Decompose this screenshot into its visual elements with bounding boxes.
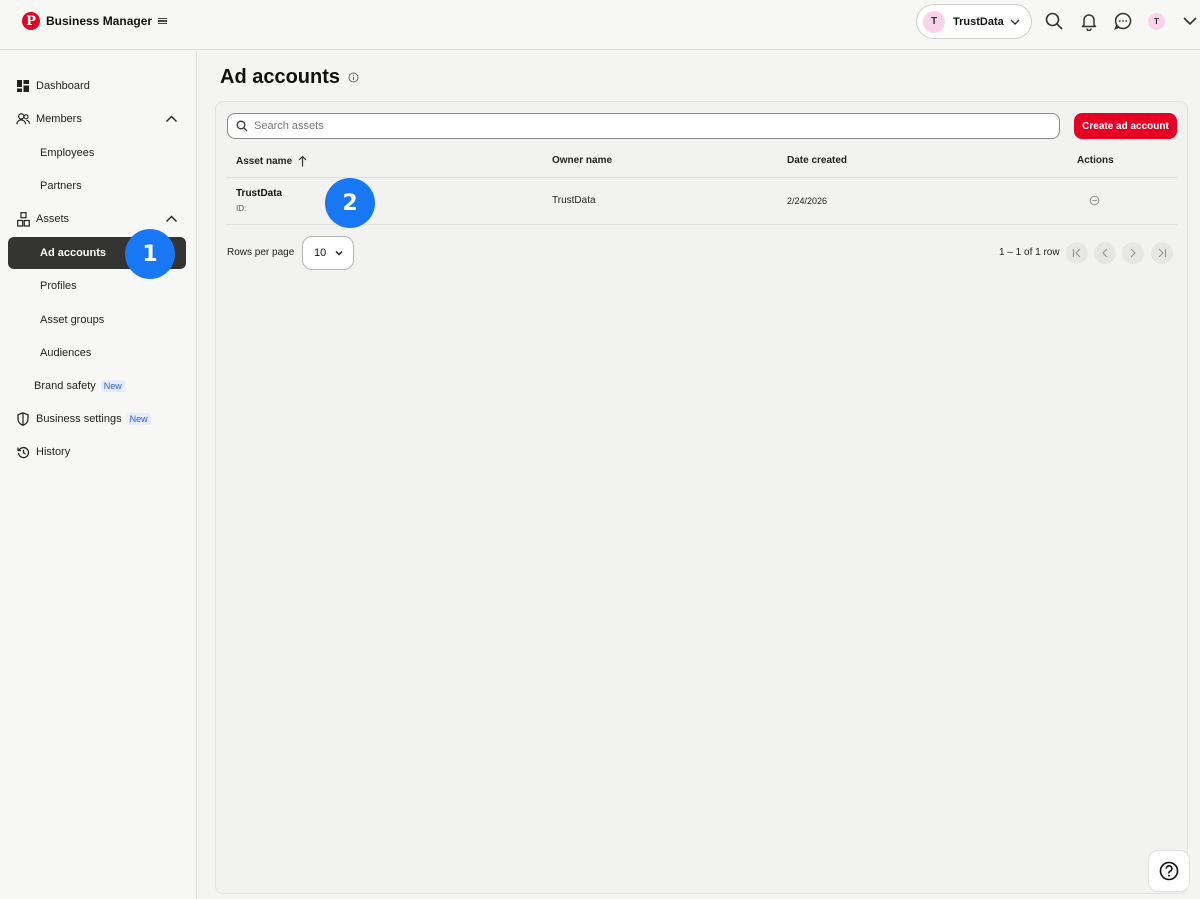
sidebar-item-audiences[interactable]: Audiences <box>8 338 186 368</box>
create-ad-account-button[interactable]: Create ad account <box>1074 113 1177 139</box>
sidebar-item-label: Audiences <box>40 347 92 359</box>
menu-icon[interactable] <box>158 17 168 25</box>
sidebar-item-employees[interactable]: Employees <box>8 138 186 168</box>
date-created: 2/24/2026 <box>787 196 828 206</box>
brand-title: Business Manager <box>46 14 153 28</box>
sidebar-item-label: Business settings <box>36 413 122 425</box>
owner-name: TrustData <box>552 195 596 206</box>
sidebar-item-label: Assets <box>36 213 70 225</box>
sidebar-item-label: History <box>36 446 71 458</box>
asset-id: ID: <box>236 204 247 213</box>
sidebar-item-partners[interactable]: Partners <box>8 171 186 201</box>
rows-per-page-label: Rows per page <box>227 247 295 258</box>
history-icon <box>16 445 30 459</box>
column-header-date-created: Date created <box>787 155 847 166</box>
help-button[interactable] <box>1148 850 1190 892</box>
search-icon[interactable] <box>1044 11 1064 31</box>
new-badge: New <box>100 380 125 392</box>
sidebar: Dashboard Members Employees Partners Ass… <box>0 51 197 899</box>
last-page-button[interactable] <box>1151 242 1173 264</box>
sidebar-item-label: Members <box>36 113 82 125</box>
divider <box>227 177 1177 178</box>
column-header-label: Date created <box>787 155 848 166</box>
sort-ascending-icon[interactable] <box>298 155 307 167</box>
bell-icon[interactable] <box>1079 11 1099 31</box>
info-icon[interactable] <box>348 72 359 83</box>
sidebar-item-brand-safety[interactable]: Brand safety New <box>8 371 186 401</box>
sidebar-item-assets[interactable]: Assets <box>8 204 186 234</box>
chevron-down-icon <box>335 250 343 256</box>
first-page-icon <box>1072 248 1081 258</box>
help-icon <box>1159 861 1179 881</box>
chevron-down-icon[interactable] <box>1182 13 1198 29</box>
asset-name[interactable]: TrustData <box>236 188 282 199</box>
first-page-button[interactable] <box>1066 242 1088 264</box>
step-marker-2: 2 <box>325 178 375 228</box>
sidebar-item-label: Dashboard <box>36 80 90 92</box>
page-title: Ad accounts <box>220 66 359 89</box>
new-badge: New <box>126 413 151 425</box>
account-switcher[interactable]: T TrustData <box>916 4 1032 39</box>
next-page-button[interactable] <box>1122 242 1144 264</box>
sidebar-item-label: Employees <box>40 147 95 159</box>
brand[interactable]: P Business Manager <box>22 12 168 30</box>
chevron-right-icon <box>1130 248 1136 258</box>
page-title-text: Ad accounts <box>220 66 341 88</box>
sidebar-item-members[interactable]: Members <box>8 104 186 134</box>
column-header-owner-name: Owner name <box>552 155 612 166</box>
column-header-asset-name[interactable]: Asset name <box>236 155 307 167</box>
search-input[interactable] <box>254 120 1034 132</box>
sidebar-item-business-settings[interactable]: Business settings New <box>8 404 186 434</box>
search-icon <box>236 120 248 132</box>
column-header-label: Owner name <box>552 155 613 166</box>
rows-per-page-value: 10 <box>314 247 327 259</box>
sidebar-item-label: Asset groups <box>40 314 105 326</box>
chevron-up-icon[interactable] <box>165 213 178 225</box>
rows-per-page-select[interactable]: 10 <box>302 236 354 270</box>
assets-icon <box>16 211 30 227</box>
sidebar-item-label: Ad accounts <box>40 247 107 259</box>
last-page-icon <box>1158 248 1167 258</box>
column-header-label: Actions <box>1077 155 1114 166</box>
previous-page-button[interactable] <box>1094 242 1116 264</box>
shield-icon <box>16 412 30 426</box>
account-name: TrustData <box>953 15 1004 28</box>
chevron-left-icon <box>1102 248 1108 258</box>
pinterest-logo-icon: P <box>22 12 40 30</box>
column-header-actions: Actions <box>1077 155 1114 166</box>
divider <box>227 224 1177 225</box>
sidebar-item-label: Partners <box>40 180 82 192</box>
sidebar-item-dashboard[interactable]: Dashboard <box>8 71 186 101</box>
sidebar-item-history[interactable]: History <box>8 437 186 467</box>
profile-avatar[interactable]: T <box>1148 13 1165 30</box>
remove-icon[interactable] <box>1089 195 1100 206</box>
sidebar-item-asset-groups[interactable]: Asset groups <box>8 305 186 335</box>
step-marker-1: 1 <box>125 229 175 279</box>
dashboard-icon <box>16 79 30 93</box>
chevron-up-icon[interactable] <box>165 113 178 125</box>
sidebar-item-label: Profiles <box>40 280 77 292</box>
chevron-down-icon <box>1010 19 1020 25</box>
pagination-range: 1 – 1 of 1 row <box>999 247 1060 258</box>
column-header-label: Asset name <box>236 155 293 167</box>
account-avatar: T <box>923 10 945 33</box>
search-box[interactable] <box>227 113 1060 139</box>
messages-icon[interactable] <box>1113 11 1133 31</box>
members-icon <box>16 112 30 126</box>
top-bar: P Business Manager T TrustData T <box>0 0 1200 50</box>
sidebar-item-label: Brand safety <box>34 380 96 392</box>
